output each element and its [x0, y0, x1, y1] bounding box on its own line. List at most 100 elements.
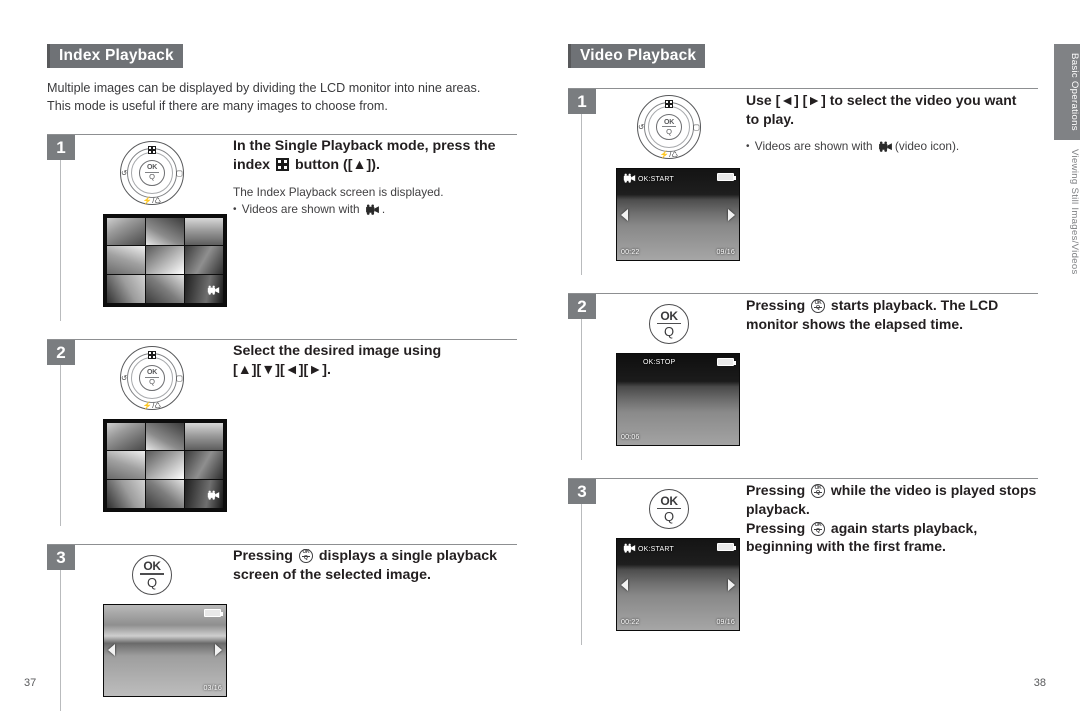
- step-3: 3 OK Q OK:START 00:22 09/16 Pressing OK …: [568, 478, 1038, 646]
- ok-q-center-icon: OK Q: [139, 159, 165, 186]
- ok-q-center-icon: OK Q: [139, 364, 165, 391]
- step-rail: 1: [47, 134, 77, 321]
- ok-q-center-icon: OK Q: [656, 114, 682, 141]
- step-number-badge: 3: [568, 479, 596, 505]
- step-text: Select the desired image using [▲][▼][◄]…: [227, 340, 517, 512]
- index-grid: [104, 419, 226, 511]
- subtext-line-2: Videos are shown with: [241, 202, 360, 217]
- frame-counter: 09/16: [716, 249, 735, 257]
- video-icon: [207, 487, 220, 505]
- lcd-index-playback-screen: [103, 213, 227, 307]
- flash-delete-icon: ⚡/♺: [659, 150, 679, 160]
- next-arrow-icon: [728, 208, 735, 221]
- side-tab-viewing-still-images-videos[interactable]: Viewing Still Images/Videos: [1054, 139, 1080, 284]
- index-button-glyph: [276, 157, 290, 171]
- headline-part-2: starts playback. The LCD: [830, 297, 999, 314]
- headline-part-2: [▲][▼][◄][►].: [233, 361, 331, 378]
- subtext-line-2-end: .: [381, 202, 386, 217]
- thumbnail-cell: [107, 217, 145, 245]
- right-column: Video Playback 1 ↺ ▢ ⚡/♺ OK Q OK:START 0…: [568, 44, 1038, 646]
- video-icon: [878, 140, 893, 158]
- section-heading-index-playback: Index Playback: [47, 44, 183, 69]
- frame-counter: 09/16: [716, 619, 735, 627]
- thumbnail-cell: [107, 246, 145, 274]
- step-subtext: Videos are shown with: [746, 138, 1038, 158]
- video-icon: [623, 173, 636, 185]
- lcd-video-playback-screen: OK:START 00:22 09/16: [616, 168, 740, 262]
- photo: [617, 354, 739, 446]
- step-headline: In the Single Playback mode, press the i…: [233, 137, 517, 175]
- intro-line-1: Multiple images can be displayed by divi…: [47, 81, 481, 96]
- self-timer-icon: ↺: [121, 168, 128, 178]
- step-text: Pressing OK Q displays a single playback …: [227, 545, 517, 697]
- step-headline: Pressing OK Q while the video is played s…: [746, 481, 1038, 556]
- flash-delete-icon: ⚡/♺: [142, 400, 162, 410]
- ok-button-glyph: OK Q: [811, 521, 826, 536]
- prev-arrow-icon: [621, 208, 628, 221]
- step-text: Use [◄] [►] to select the video you want…: [740, 89, 1038, 261]
- thumbnail-cell: [146, 422, 184, 450]
- step-rail: 2: [568, 294, 598, 461]
- thumbnail-cell: [107, 480, 145, 508]
- video-icon: [207, 282, 220, 300]
- step-text: In the Single Playback mode, press the i…: [227, 135, 517, 307]
- elapsed-time: 00:22: [621, 619, 640, 627]
- headline-part-4: ]).: [366, 156, 380, 173]
- battery-icon: [717, 543, 736, 552]
- step-number-badge: 2: [568, 294, 596, 320]
- side-tab-basic-operations[interactable]: Basic Operations: [1054, 44, 1080, 140]
- index-playback-intro: Multiple images can be displayed by divi…: [47, 79, 517, 116]
- video-icon: [365, 203, 380, 221]
- headline-part-3: playback.: [746, 500, 810, 517]
- ok-button-glyph: OK Q: [811, 299, 826, 314]
- display-button-icon: ▢: [175, 373, 183, 383]
- step-text: Pressing OK Q starts playback. The LCD mo…: [740, 294, 1038, 446]
- headline-part-3: screen of the selected image.: [233, 566, 431, 583]
- step-headline: Pressing OK Q displays a single playback …: [233, 547, 517, 585]
- prev-arrow-icon: [621, 578, 628, 591]
- headline-part-5: again starts playback,: [830, 519, 978, 536]
- index-button-icon: [148, 140, 156, 158]
- headline-part-6: beginning with the first frame.: [746, 538, 946, 555]
- thumbnail-cell: [185, 451, 223, 479]
- step-1: 1 ↺ ▢ ⚡/♺ OK Q: [47, 133, 517, 321]
- step-rail: 3: [568, 479, 598, 646]
- lcd-video-playback-screen: OK:START 00:22 09/16: [616, 538, 740, 632]
- step-number-badge: 3: [47, 544, 75, 570]
- intro-line-2: This mode is useful if there are many im…: [47, 99, 388, 114]
- step-number-badge: 2: [47, 339, 75, 365]
- next-arrow-icon: [728, 578, 735, 591]
- elapsed-time: 00:06: [621, 434, 640, 442]
- step-visual: ↺ ▢ ⚡/♺ OK Q: [77, 135, 227, 307]
- step-2: 2 OK Q OK:STOP 00:06 Pressing OK Q start…: [568, 293, 1038, 461]
- arrow-up-glyph: ▲: [352, 156, 367, 173]
- headline-part-1: Pressing: [746, 482, 806, 499]
- subtext-line-1-end: (video icon).: [894, 138, 960, 153]
- elapsed-time: 00:22: [621, 249, 640, 257]
- thumbnail-cell: [146, 246, 184, 274]
- frame-counter: 03/16: [203, 684, 222, 692]
- page-number-left: 37: [24, 677, 37, 689]
- four-way-controller-icon: ↺ ▢ ⚡/♺ OK Q: [120, 345, 184, 410]
- headline-part-1: In the Single Playback mode, press the: [233, 137, 496, 154]
- subtext-bullet: Videos are shown with: [233, 201, 517, 221]
- thumbnail-cell: [185, 217, 223, 245]
- lcd-single-playback-screen: 03/16: [103, 603, 227, 697]
- subtext-line-1: Videos are shown with: [754, 138, 873, 153]
- left-column: Index Playback Multiple images can be di…: [47, 44, 517, 711]
- headline-part-1: Use [◄] [►] to select the video you want: [746, 92, 1017, 109]
- display-button-icon: ▢: [692, 122, 700, 132]
- battery-icon: [717, 173, 736, 182]
- self-timer-icon: ↺: [638, 122, 645, 132]
- thumbnail-cell-video: [185, 480, 223, 508]
- step-subtext: The Index Playback screen is displayed. …: [233, 184, 517, 221]
- step-headline: Pressing OK Q starts playback. The LCD mo…: [746, 296, 1038, 334]
- ok-button-glyph: OK Q: [298, 548, 313, 563]
- headline-part-1: Pressing: [233, 547, 293, 564]
- step-visual: ↺ ▢ ⚡/♺ OK Q: [598, 89, 740, 262]
- step-2: 2 ↺ ▢ ⚡/♺ OK Q Select the desired image …: [47, 338, 517, 526]
- step-vertical-rule: [60, 569, 62, 711]
- four-way-controller-icon: ↺ ▢ ⚡/♺ OK Q: [637, 95, 701, 160]
- playback-status: OK:START: [621, 173, 674, 185]
- headline-part-2: to play.: [746, 110, 794, 127]
